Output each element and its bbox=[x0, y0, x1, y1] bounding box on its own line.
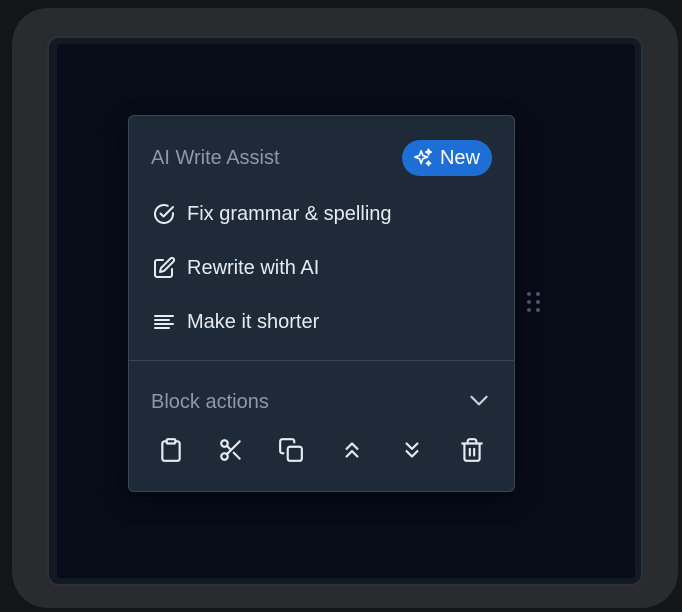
check-circle-icon bbox=[151, 201, 177, 227]
delete-button[interactable] bbox=[452, 432, 492, 472]
move-down-button[interactable] bbox=[392, 432, 432, 472]
block-actions-row bbox=[151, 432, 492, 472]
menu-item-rewrite[interactable]: Rewrite with AI bbox=[151, 248, 492, 288]
cut-button[interactable] bbox=[211, 432, 251, 472]
duplicate-button[interactable] bbox=[271, 432, 311, 472]
menu-item-fix-grammar[interactable]: Fix grammar & spelling bbox=[151, 194, 492, 234]
block-actions-toggle[interactable]: Block actions bbox=[151, 382, 492, 422]
section-title: Block actions bbox=[151, 390, 269, 413]
move-up-icon bbox=[339, 437, 365, 468]
trash-icon bbox=[459, 437, 485, 468]
sparkles-icon bbox=[412, 147, 434, 169]
edit-icon bbox=[151, 255, 177, 281]
menu-header: AI Write Assist New bbox=[151, 138, 492, 178]
move-down-icon bbox=[399, 437, 425, 468]
chevron-down-icon bbox=[466, 387, 492, 418]
text-lines-icon bbox=[151, 309, 177, 335]
menu-item-label: Make it shorter bbox=[187, 310, 320, 333]
drag-handle-icon[interactable] bbox=[527, 292, 543, 316]
menu-item-shorten[interactable]: Make it shorter bbox=[151, 302, 492, 342]
menu-item-label: Rewrite with AI bbox=[187, 256, 320, 279]
scissors-icon bbox=[218, 437, 244, 468]
menu-item-label: Fix grammar & spelling bbox=[187, 202, 392, 225]
new-badge-label: New bbox=[439, 146, 480, 169]
new-badge[interactable]: New bbox=[401, 140, 492, 176]
menu-divider bbox=[129, 360, 514, 361]
clipboard-icon bbox=[158, 437, 184, 468]
paste-button[interactable] bbox=[151, 432, 191, 472]
menu-title: AI Write Assist bbox=[151, 146, 280, 169]
copy-icon bbox=[278, 437, 304, 468]
ai-context-menu: AI Write Assist New Fix grammar & spelli… bbox=[128, 115, 515, 492]
move-up-button[interactable] bbox=[332, 432, 372, 472]
